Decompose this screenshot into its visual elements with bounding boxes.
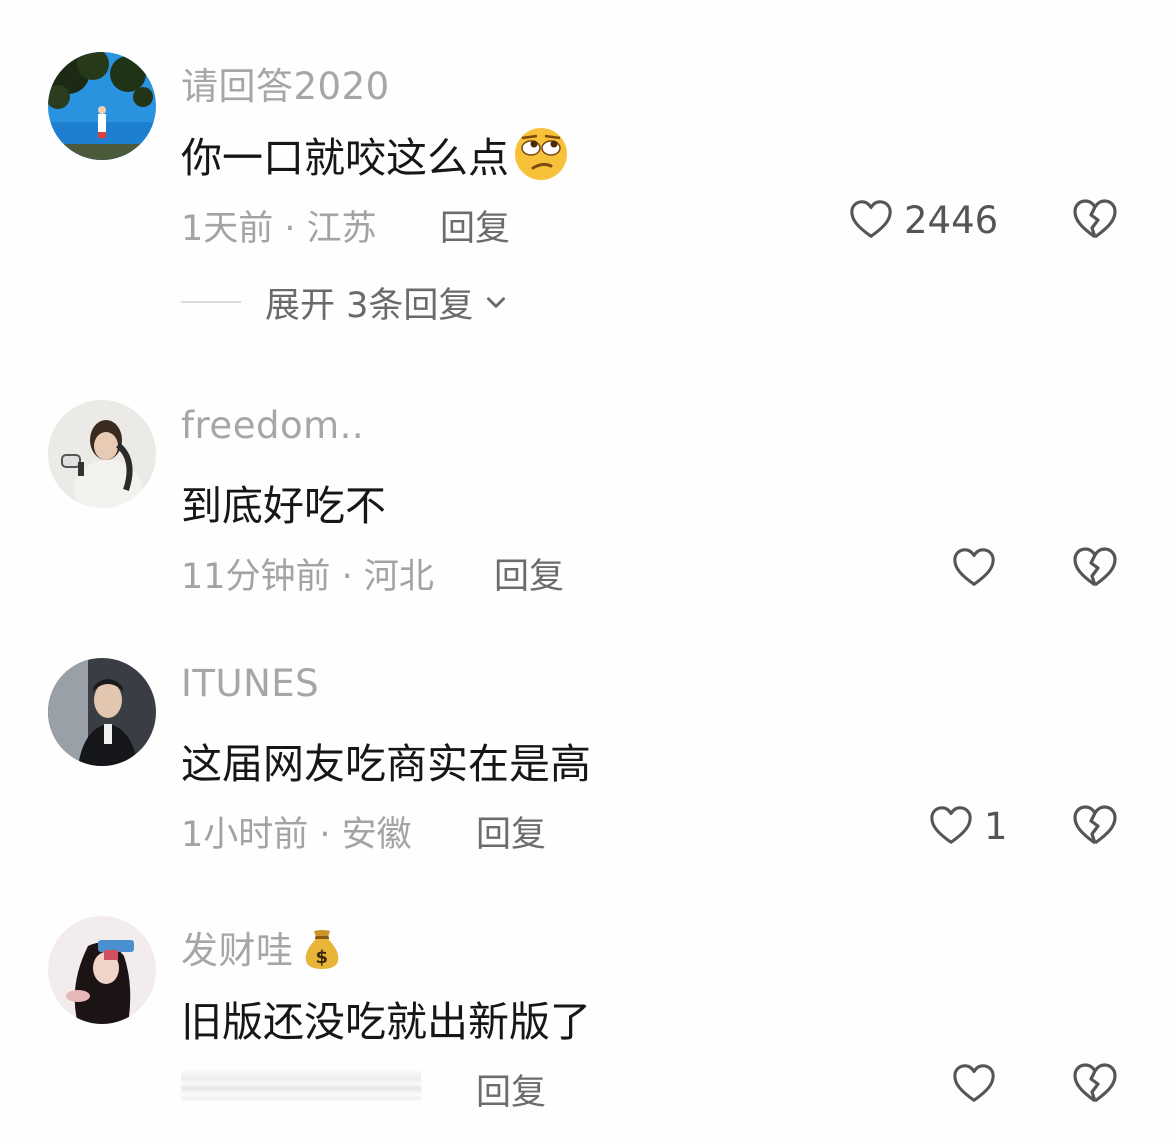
username-text: 发财哇 — [181, 929, 294, 972]
avatar[interactable] — [48, 916, 156, 1024]
rolling-eyes-emoji — [513, 126, 569, 192]
broken-heart-icon — [1073, 199, 1117, 239]
heart-icon — [953, 548, 995, 586]
reply-button[interactable]: 回复 — [494, 548, 564, 599]
broken-heart-icon — [1073, 1063, 1117, 1103]
money-bag-emoji: $ — [302, 927, 342, 980]
dislike-button[interactable] — [1071, 196, 1119, 244]
username[interactable]: ITUNES — [181, 662, 319, 705]
comment-text: 到底好吃不 — [181, 482, 386, 530]
like-button[interactable]: 1 — [928, 801, 1008, 851]
expand-replies-button[interactable]: 展开 3条回复 — [181, 280, 509, 326]
comment-text-content: 你一口就咬这么点 — [181, 134, 509, 182]
dislike-button[interactable] — [1071, 544, 1119, 592]
broken-heart-icon — [1073, 547, 1117, 587]
reply-button[interactable]: 回复 — [476, 1064, 546, 1115]
comment-item: 请回答2020 你一口就咬这么点 1天前 · 江苏 回复 2446 展开 3条回… — [0, 0, 1170, 340]
dislike-button[interactable] — [1071, 802, 1119, 850]
dislike-button[interactable] — [1071, 1060, 1119, 1108]
like-button[interactable]: 2446 — [848, 195, 998, 245]
like-count: 1 — [984, 804, 1008, 848]
avatar[interactable] — [48, 52, 156, 160]
broken-heart-icon — [1073, 805, 1117, 845]
avatar[interactable] — [48, 658, 156, 766]
reply-button[interactable]: 回复 — [476, 806, 546, 857]
expand-replies-label: 展开 3条回复 — [265, 285, 474, 326]
like-count: 2446 — [904, 198, 999, 242]
username[interactable]: 发财哇 $ — [181, 920, 342, 980]
comment-item: 发财哇 $ 旧版还没吃就出新版了 回复 — [0, 0, 1170, 1113]
divider — [181, 301, 241, 303]
comment-meta: 11分钟前 · 河北 — [181, 557, 434, 597]
chevron-down-icon — [487, 297, 506, 308]
comment-text: 旧版还没吃就出新版了 — [181, 998, 591, 1046]
comment-meta: 1天前 · 江苏 — [181, 209, 377, 249]
username[interactable]: 请回答2020 — [181, 56, 390, 110]
like-button[interactable] — [951, 543, 997, 593]
reply-button[interactable]: 回复 — [440, 200, 510, 251]
blurred-meta — [181, 1070, 421, 1100]
heart-icon — [930, 806, 972, 844]
comment-meta: 1小时前 · 安徽 — [181, 815, 412, 855]
comment-text: 这届网友吃商实在是高 — [181, 740, 591, 788]
username[interactable]: freedom.. — [181, 404, 364, 447]
heart-icon — [953, 1064, 995, 1102]
avatar[interactable] — [48, 400, 156, 508]
like-button[interactable] — [951, 1059, 997, 1109]
heart-icon — [850, 200, 892, 238]
comment-text: 你一口就咬这么点 — [181, 124, 569, 192]
svg-text:$: $ — [315, 947, 328, 968]
